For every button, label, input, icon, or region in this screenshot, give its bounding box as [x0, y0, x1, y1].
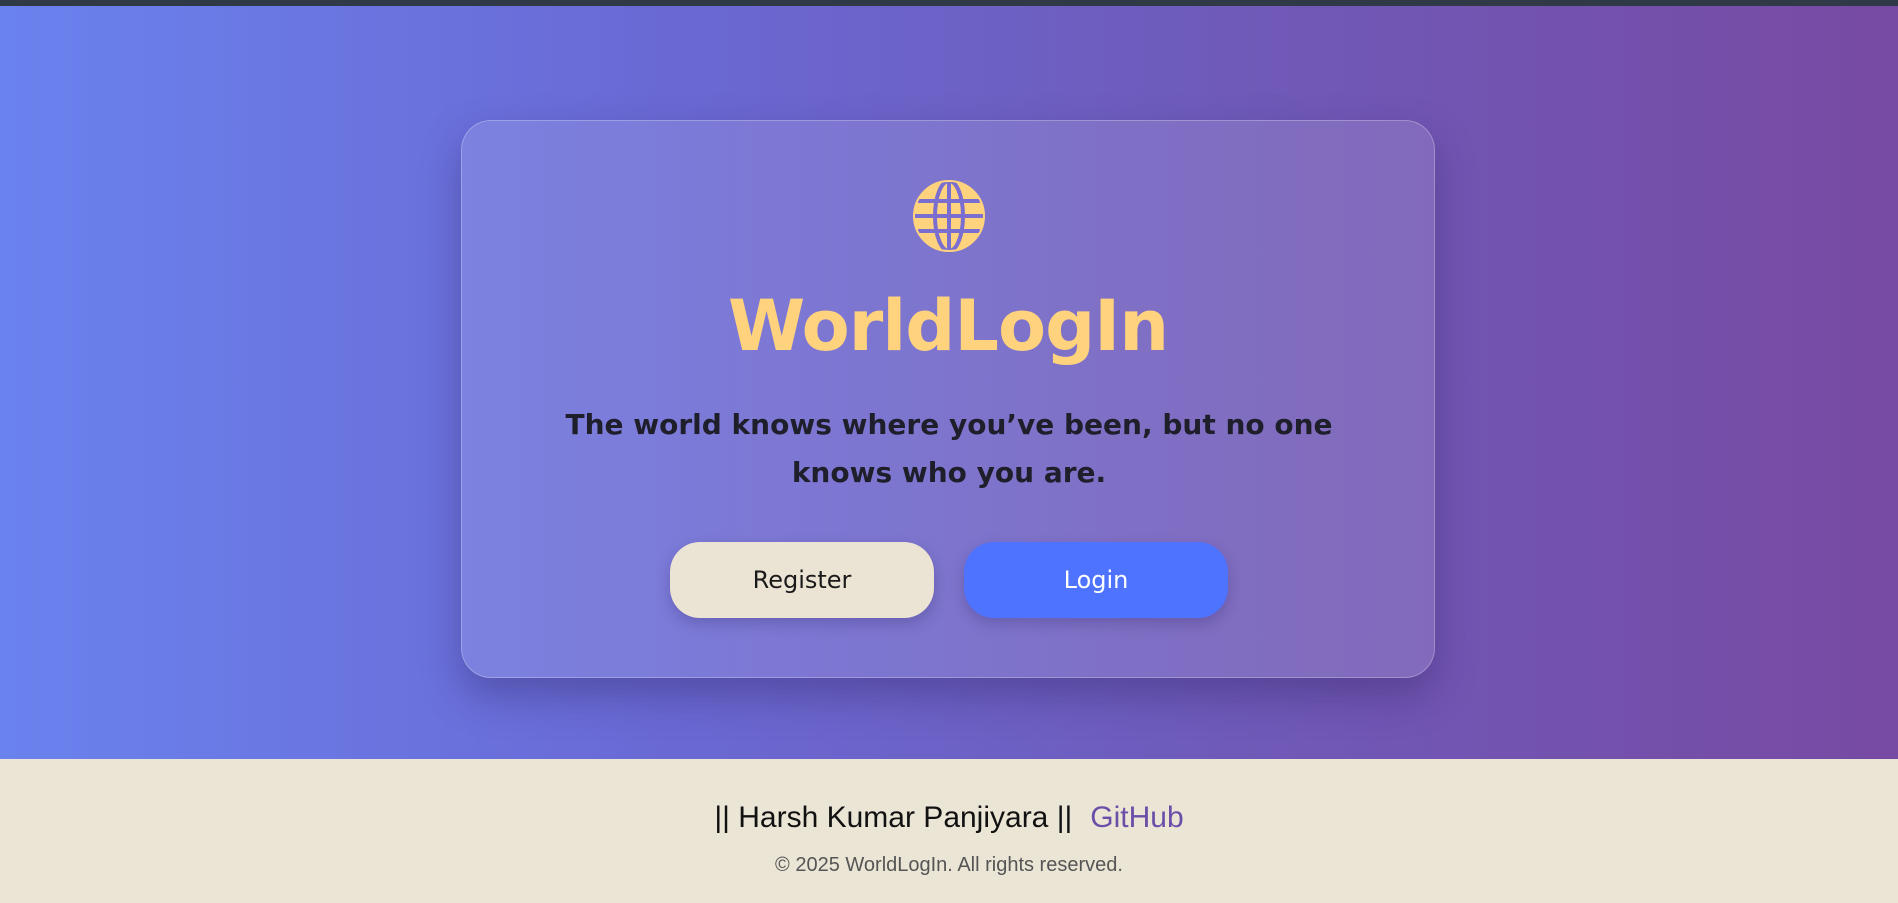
github-link[interactable]: GitHub	[1090, 801, 1183, 834]
footer-credits: || Harsh Kumar Panjiyara || GitHub	[0, 801, 1898, 835]
hero-section: WorldLogIn The world knows where you’ve …	[0, 6, 1898, 759]
login-card: WorldLogIn The world knows where you’ve …	[461, 120, 1435, 678]
copyright-text: © 2025 WorldLogIn. All rights reserved.	[775, 854, 1123, 876]
register-button[interactable]: Register	[670, 542, 934, 618]
app-title: WorldLogIn	[727, 285, 1169, 367]
tagline: The world knows where you’ve been, but n…	[565, 408, 1333, 489]
login-button[interactable]: Login	[964, 542, 1228, 618]
footer: || Harsh Kumar Panjiyara || GitHub © 2025…	[0, 759, 1898, 903]
globe-icon	[913, 179, 985, 253]
author-credit: || Harsh Kumar Panjiyara ||	[714, 801, 1073, 834]
